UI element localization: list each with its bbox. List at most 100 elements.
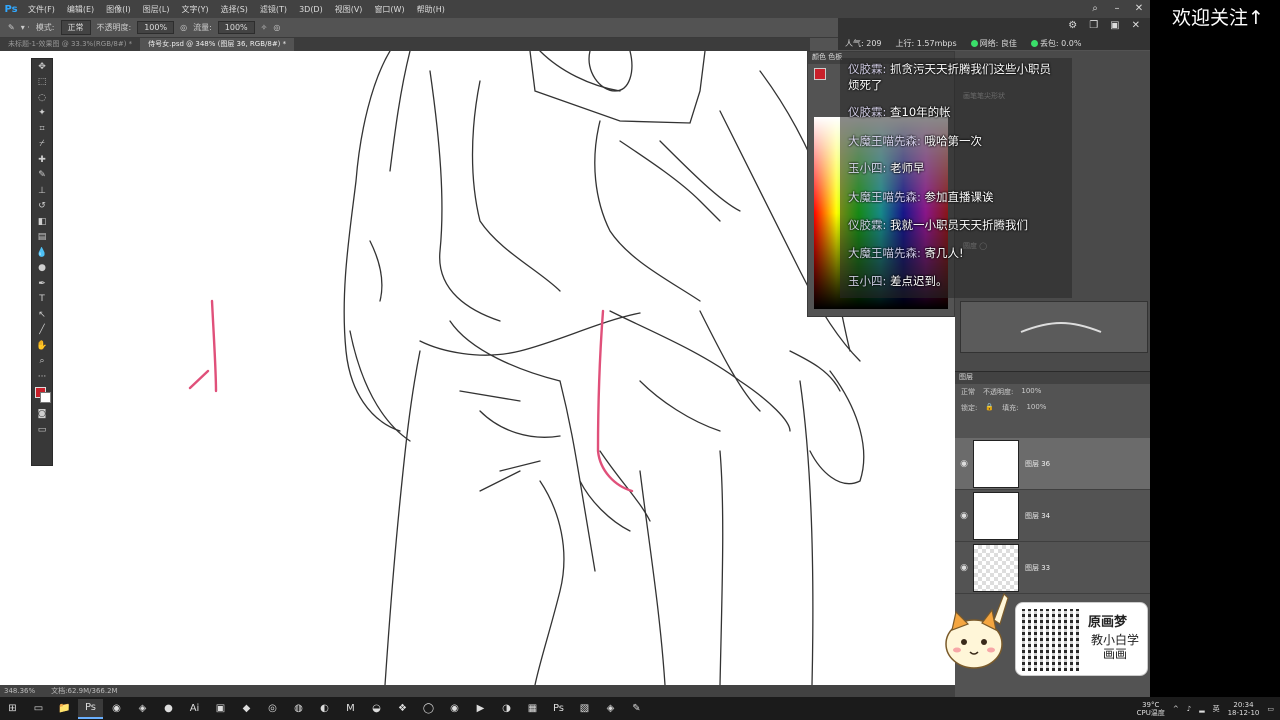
- opacity-input[interactable]: 100%: [137, 21, 175, 34]
- restore-icon[interactable]: ▣: [1110, 20, 1119, 31]
- eye-icon[interactable]: ◉: [955, 511, 973, 521]
- app-icon[interactable]: M: [338, 699, 363, 719]
- airbrush-icon[interactable]: ✧: [261, 23, 268, 32]
- brush-tool-icon[interactable]: ✎: [8, 23, 15, 32]
- menu-help[interactable]: 帮助(H): [411, 4, 451, 15]
- flow-input[interactable]: 100%: [217, 21, 255, 34]
- network-icon[interactable]: ▂: [1199, 705, 1204, 713]
- screen-mode-icon[interactable]: ▭: [32, 422, 52, 438]
- layers-blend-select[interactable]: 正常: [961, 387, 975, 397]
- lasso-tool-icon[interactable]: ◌: [32, 90, 52, 106]
- tab-effect[interactable]: 未标题-1-效果图 @ 33.3%(RGB/8#) *: [0, 38, 140, 51]
- healing-brush-icon[interactable]: ✚: [32, 152, 52, 168]
- mode-select[interactable]: 正常: [60, 20, 91, 35]
- gradient-icon[interactable]: ▤: [32, 230, 52, 246]
- menu-window[interactable]: 窗口(W): [368, 4, 410, 15]
- path-select-icon[interactable]: ↖: [32, 307, 52, 323]
- dodge-tool-icon[interactable]: ●: [32, 261, 52, 277]
- close-icon[interactable]: ✕: [1132, 20, 1140, 31]
- search-icon[interactable]: ⌕: [1084, 0, 1106, 18]
- browser-icon[interactable]: ◉: [104, 699, 129, 719]
- menu-filter[interactable]: 滤镜(T): [254, 4, 293, 15]
- illustrator-icon[interactable]: Ai: [182, 699, 207, 719]
- eye-icon[interactable]: ◉: [955, 563, 973, 573]
- app-icon[interactable]: ◯: [416, 699, 441, 719]
- app-icon[interactable]: ▣: [208, 699, 233, 719]
- menu-3d[interactable]: 3D(D): [293, 5, 329, 14]
- app-icon[interactable]: ●: [156, 699, 181, 719]
- app-icon[interactable]: ◍: [286, 699, 311, 719]
- app-icon[interactable]: ◈: [598, 699, 623, 719]
- blur-tool-icon[interactable]: 💧: [32, 245, 52, 261]
- notification-icon[interactable]: ▭: [1267, 705, 1274, 713]
- photoshop-taskbar-icon[interactable]: Ps: [78, 698, 103, 719]
- minimize-icon[interactable]: –: [1106, 0, 1128, 18]
- brand-card: 原画梦 教小白学画画: [1015, 602, 1148, 676]
- panel-foreground-swatch[interactable]: [814, 68, 826, 80]
- fill-value[interactable]: 100%: [1026, 403, 1046, 413]
- app-icon[interactable]: ▧: [572, 699, 597, 719]
- type-tool-icon[interactable]: T: [32, 292, 52, 308]
- app-icon[interactable]: Ps: [546, 699, 571, 719]
- menu-image[interactable]: 图像(I): [100, 4, 137, 15]
- move-tool-icon[interactable]: ✥: [32, 59, 52, 75]
- app-icon[interactable]: ◑: [494, 699, 519, 719]
- menu-edit[interactable]: 编辑(E): [61, 4, 100, 15]
- tray-arrow-icon[interactable]: ^: [1173, 705, 1179, 713]
- tab-active-doc[interactable]: 侍号女.psd @ 348% (图层 36, RGB/8#) *: [140, 38, 295, 51]
- layer-row[interactable]: ◉ 图层 36: [955, 438, 1150, 490]
- brush-size-picker[interactable]: ▾ ·: [21, 23, 30, 32]
- menu-layer[interactable]: 图层(L): [137, 4, 176, 15]
- menu-view[interactable]: 视图(V): [329, 4, 369, 15]
- copy-icon[interactable]: ❐: [1089, 20, 1098, 31]
- brush-tool-icon-active[interactable]: ✎: [32, 168, 52, 184]
- app-icon[interactable]: ◉: [442, 699, 467, 719]
- clock[interactable]: 20:34 18-12-10: [1228, 701, 1260, 717]
- settings-icon[interactable]: ⚙: [1068, 20, 1077, 31]
- app-icon[interactable]: ▶: [468, 699, 493, 719]
- chrome-icon[interactable]: ◎: [260, 699, 285, 719]
- app-icon[interactable]: ✎: [624, 699, 649, 719]
- start-icon[interactable]: ⊞: [0, 699, 25, 719]
- app-icon[interactable]: ◒: [364, 699, 389, 719]
- volume-icon[interactable]: ♪: [1187, 705, 1191, 713]
- pen-tool-icon[interactable]: ✒: [32, 276, 52, 292]
- magic-wand-icon[interactable]: ✦: [32, 106, 52, 122]
- app-icon[interactable]: ◐: [312, 699, 337, 719]
- line-tool-icon[interactable]: ╱: [32, 323, 52, 339]
- lock-icon[interactable]: 🔒: [985, 403, 994, 413]
- pressure-size-icon[interactable]: ◎: [273, 23, 280, 32]
- quick-mask-icon[interactable]: ◙: [32, 407, 52, 423]
- eyedropper-icon[interactable]: ⌿: [32, 137, 52, 153]
- layers-header[interactable]: 图层: [955, 372, 1150, 384]
- app-icon[interactable]: ▦: [520, 699, 545, 719]
- color-swatches[interactable]: [32, 385, 52, 407]
- app-icon[interactable]: ◆: [234, 699, 259, 719]
- hand-tool-icon[interactable]: ✋: [32, 338, 52, 354]
- menu-file[interactable]: 文件(F): [22, 4, 61, 15]
- eye-icon[interactable]: ◉: [955, 459, 973, 469]
- input-language[interactable]: 英: [1213, 704, 1220, 714]
- layer-row[interactable]: ◉ 图层 34: [955, 490, 1150, 542]
- menu-select[interactable]: 选择(S): [215, 4, 254, 15]
- pressure-opacity-icon[interactable]: ◎: [180, 23, 187, 32]
- marquee-tool-icon[interactable]: ⬚: [32, 75, 52, 91]
- window-controls: ⌕ – ✕: [1084, 0, 1150, 18]
- zoom-level[interactable]: 348.36%: [4, 687, 35, 695]
- ps-logo: Ps: [4, 3, 18, 15]
- layers-opacity-value[interactable]: 100%: [1021, 387, 1041, 397]
- app-icon[interactable]: ❖: [390, 699, 415, 719]
- zoom-tool-icon[interactable]: ⌕: [32, 354, 52, 370]
- menu-type[interactable]: 文字(Y): [175, 4, 214, 15]
- eraser-icon[interactable]: ◧: [32, 214, 52, 230]
- app-icon[interactable]: ◈: [130, 699, 155, 719]
- close-icon[interactable]: ✕: [1128, 0, 1150, 18]
- file-explorer-icon[interactable]: 📁: [52, 699, 77, 719]
- layer-row[interactable]: ◉ 图层 33: [955, 542, 1150, 594]
- crop-tool-icon[interactable]: ⌗: [32, 121, 52, 137]
- more-tools-icon[interactable]: ···: [32, 369, 52, 385]
- history-brush-icon[interactable]: ↺: [32, 199, 52, 215]
- background-color[interactable]: [40, 391, 51, 403]
- task-view-icon[interactable]: ▭: [26, 699, 51, 719]
- stamp-tool-icon[interactable]: ⊥: [32, 183, 52, 199]
